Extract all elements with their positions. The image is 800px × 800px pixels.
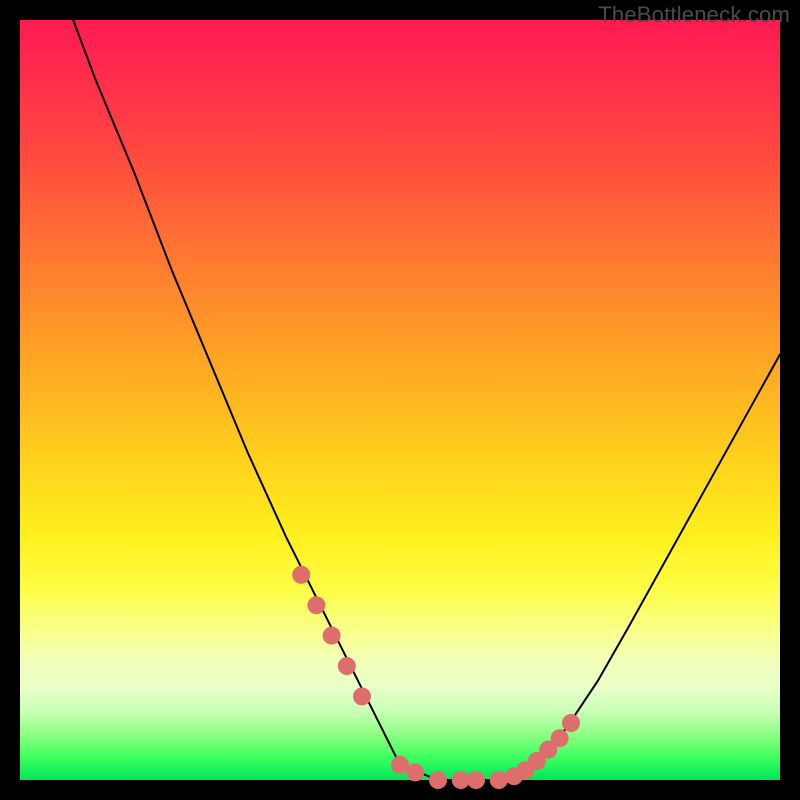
curve-marker	[338, 657, 356, 675]
curve-marker	[429, 771, 447, 789]
watermark-text: TheBottleneck.com	[598, 2, 790, 28]
curve-marker	[490, 771, 508, 789]
curve-marker	[406, 763, 424, 781]
chart-stage: TheBottleneck.com	[0, 0, 800, 800]
bottleneck-curve	[73, 20, 780, 780]
marker-group	[292, 566, 580, 789]
curve-marker	[551, 729, 569, 747]
plot-area	[20, 20, 780, 780]
curve-marker	[307, 596, 325, 614]
curve-marker	[323, 627, 341, 645]
curve-marker	[292, 566, 310, 584]
curve-marker	[562, 714, 580, 732]
curve-marker	[467, 771, 485, 789]
curve-layer	[20, 20, 780, 780]
curve-marker	[353, 687, 371, 705]
